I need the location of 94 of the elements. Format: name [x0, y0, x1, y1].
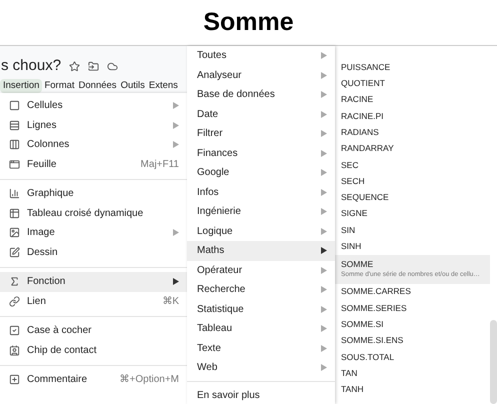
menu-item[interactable]: Tableau [187, 319, 335, 338]
menu-item[interactable]: SOUS.TOTAL [335, 348, 490, 366]
columns-icon [9, 139, 20, 150]
menu-item[interactable]: Tableau croisé dynamique [0, 204, 187, 223]
menu-item[interactable]: Feuille Maj+F11 [0, 154, 187, 174]
sheet-icon [9, 158, 20, 170]
submenu-arrow-icon [321, 247, 327, 254]
menu-item[interactable]: Analyseur [187, 66, 335, 85]
menu-item[interactable]: Finances [187, 144, 335, 163]
menu-item[interactable]: PUISSANCE [335, 59, 490, 76]
menu-item[interactable]: Infos [187, 182, 335, 202]
menu-item[interactable]: SIN [335, 222, 490, 238]
menu-item[interactable]: Fonction [0, 272, 187, 292]
menu-item[interactable]: Texte [187, 338, 335, 358]
menu-bar-item[interactable]: Format [42, 79, 77, 93]
star-icon[interactable] [69, 61, 80, 72]
drawing-icon [9, 246, 20, 258]
menu-item[interactable]: RADIANS [335, 124, 490, 140]
submenu-arrow-icon [321, 306, 327, 313]
menu-item[interactable]: TAN [335, 365, 490, 382]
menu-item[interactable]: SOMME.SI [335, 316, 490, 332]
menu-item[interactable]: Recherche [187, 280, 335, 300]
menu-item[interactable]: Lignes [0, 116, 187, 135]
menu-item[interactable]: SECH [335, 173, 490, 190]
menu-item[interactable]: Date [187, 104, 335, 124]
menu-item[interactable]: Chip de contact [0, 340, 187, 360]
contact-icon [9, 344, 20, 356]
submenu-arrow-icon [321, 150, 327, 157]
menu-item[interactable]: SINH [335, 238, 490, 255]
menu-item[interactable]: SOMME.CARRES [335, 284, 490, 300]
menu-item[interactable]: SOMME.SERIES [335, 300, 490, 316]
menu-bar-item[interactable]: Extens [146, 79, 180, 93]
shortcut-text: ⌘K [162, 294, 179, 309]
menu-item[interactable]: Logique [187, 222, 335, 241]
menu-item[interactable]: SEQUENCE [335, 189, 490, 206]
submenu-arrow-icon [321, 130, 327, 138]
learn-more-link[interactable]: En savoir plus [197, 388, 260, 403]
menu-bar-item[interactable]: Données [76, 79, 119, 93]
menu-item[interactable]: SIGNE [335, 206, 490, 222]
submenu-arrow-icon [321, 344, 327, 352]
menu-item[interactable]: Filtrer [187, 124, 335, 144]
menu-item[interactable]: Case à cocher [0, 321, 187, 340]
submenu-arrow-icon [321, 110, 327, 118]
menu-item[interactable]: QUOTIENT [335, 75, 490, 92]
menu-item[interactable]: Maths [187, 241, 335, 260]
menu-bar-item[interactable]: Outils [118, 79, 147, 93]
menu-item[interactable]: RANDARRAY [335, 140, 490, 157]
menu-item[interactable]: RACINE.PI [335, 108, 490, 124]
image-icon [9, 227, 20, 238]
menu-bar-item[interactable]: Insertion [0, 79, 42, 93]
document-title: s choux? [1, 56, 62, 76]
menu-item[interactable]: RACINE [335, 92, 490, 108]
menu-item[interactable]: Base de données [187, 85, 335, 104]
scrollbar-thumb[interactable] [490, 320, 497, 404]
shortcut-text: ⌘+Option+M [120, 373, 179, 388]
sigma-icon [9, 276, 20, 288]
table-icon [9, 208, 20, 219]
menu-item[interactable]: Commentaire ⌘+Option+M [0, 370, 187, 390]
link-icon [9, 296, 20, 307]
chart-icon [9, 188, 20, 200]
menu-item[interactable]: Image [0, 223, 187, 242]
submenu-arrow-icon [321, 286, 327, 294]
submenu-arrow-icon [321, 188, 327, 196]
menu-item[interactable]: Graphique [0, 184, 187, 204]
menu-item[interactable]: Dessin [0, 242, 187, 262]
menu-item[interactable]: Statistique [187, 300, 335, 319]
cloud-icon[interactable] [107, 61, 118, 72]
rows-icon [9, 120, 20, 131]
checkbox-icon [9, 325, 20, 336]
menu-item[interactable]: Colonnes [0, 135, 187, 154]
menu-item[interactable]: Opérateur [187, 260, 335, 280]
page-heading: Somme [203, 6, 294, 38]
cell-icon [9, 100, 20, 112]
submenu-arrow-icon [321, 266, 327, 274]
submenu-arrow-icon [321, 169, 327, 176]
submenu-arrow-icon [321, 364, 327, 372]
menu-item[interactable]: Lien ⌘K [0, 292, 187, 311]
menu-item[interactable]: SOMME.SI.ENS [335, 332, 490, 349]
submenu-arrow-icon [321, 208, 327, 216]
submenu-arrow-icon [321, 72, 327, 79]
menu-item[interactable]: Google [187, 163, 335, 182]
menu-item[interactable]: SEC [335, 156, 490, 174]
submenu-arrow-icon [321, 228, 327, 235]
submenu-arrow-icon [321, 91, 327, 98]
folder-icon[interactable] [88, 61, 100, 72]
menu-item[interactable]: Toutes [187, 46, 335, 66]
comment-icon [9, 374, 20, 386]
menu-item[interactable]: Cellules [0, 96, 187, 116]
menu-item[interactable]: Ingénierie [187, 202, 335, 222]
menu-item[interactable]: Web [187, 358, 335, 378]
shortcut-text: Maj+F11 [140, 158, 179, 172]
submenu-arrow-icon [321, 52, 327, 60]
submenu-arrow-icon [321, 325, 327, 332]
menu-item[interactable]: TANH [335, 381, 490, 398]
